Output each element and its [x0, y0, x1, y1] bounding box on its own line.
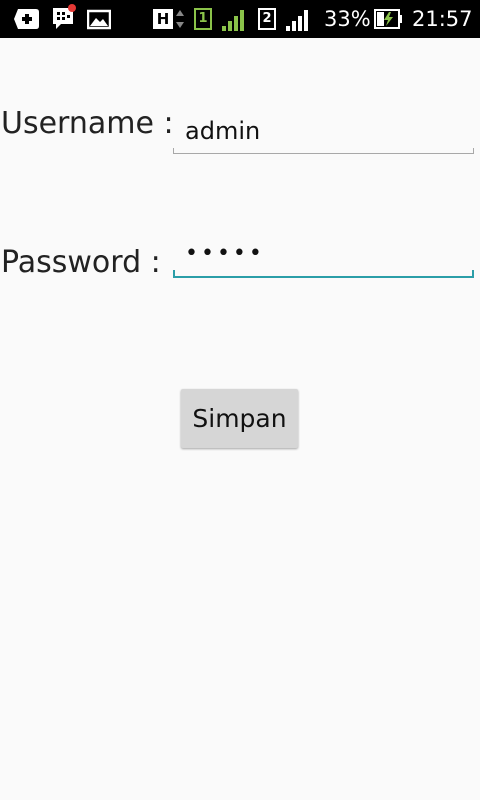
sim2-icon: 2 [258, 8, 276, 30]
username-underline [173, 148, 474, 154]
login-form: Username : Password : Simpan [0, 38, 480, 800]
save-button[interactable]: Simpan [181, 389, 298, 448]
password-field[interactable] [173, 236, 474, 278]
battery-percent: 33% [324, 7, 371, 31]
password-input[interactable] [173, 236, 474, 272]
clock: 21:57 [412, 7, 473, 31]
bbm-chat-icon [53, 4, 76, 29]
bbm-icon [14, 9, 39, 29]
password-label: Password : [1, 245, 161, 280]
signal-sim1-icon [222, 10, 244, 31]
signal-sim2-icon [286, 10, 308, 31]
network-type-icon: H [153, 9, 173, 29]
password-underline-focused [173, 270, 474, 278]
username-label: Username : [1, 106, 174, 141]
sim1-icon: 1 [194, 8, 212, 30]
gallery-icon [87, 9, 111, 30]
data-activity-icon [176, 10, 184, 28]
status-bar: H 1 2 33% 21:57 [0, 0, 480, 38]
username-input[interactable] [173, 114, 474, 148]
username-field[interactable] [173, 114, 474, 154]
battery-charging-icon [374, 9, 402, 29]
